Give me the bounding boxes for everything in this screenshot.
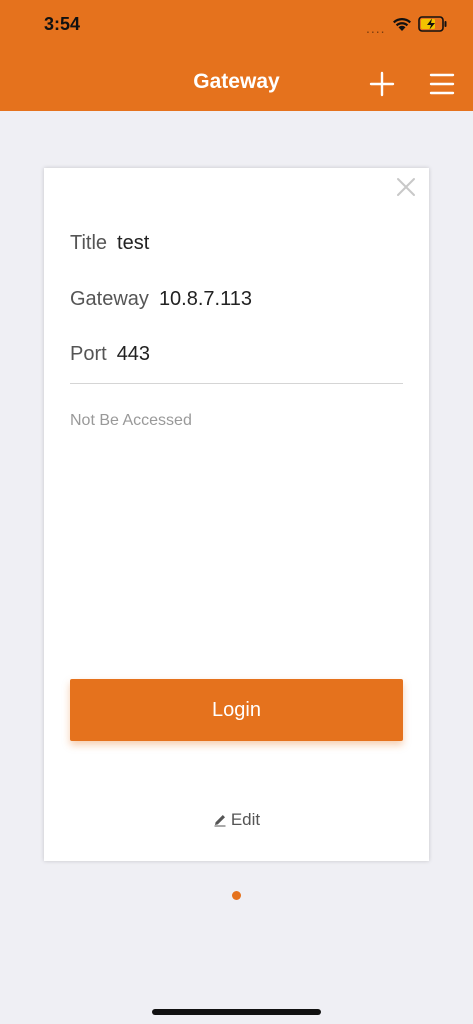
field-title: Title test [70, 232, 149, 255]
page-title: Gateway [193, 70, 280, 93]
pencil-icon [214, 815, 226, 827]
edit-button[interactable]: Edit [44, 810, 429, 830]
plus-icon[interactable] [368, 70, 396, 98]
field-value: 443 [116, 343, 151, 365]
hamburger-menu-icon[interactable] [428, 70, 456, 98]
field-label: Gateway [70, 288, 149, 310]
edit-label: Edit [230, 810, 261, 829]
field-port: Port 443 [70, 343, 150, 366]
status-time: 3:54 [44, 14, 81, 34]
close-icon[interactable] [395, 176, 417, 198]
field-label: Port [70, 343, 107, 365]
gateway-card: Title test Gateway 10.8.7.113 Port 443 N… [44, 168, 429, 861]
page-indicator-dot [232, 891, 241, 900]
battery-charging-icon [418, 16, 447, 32]
login-button[interactable]: Login [70, 679, 403, 741]
home-indicator[interactable] [152, 1009, 321, 1015]
field-value: 10.8.7.113 [158, 288, 252, 310]
app-header: 3:54 .... Gateway [0, 0, 473, 111]
field-value: test [117, 232, 150, 254]
access-status: Not Be Accessed [70, 412, 192, 429]
signal-indicator: .... [366, 20, 386, 36]
field-gateway: Gateway 10.8.7.113 [70, 288, 252, 311]
field-label: Title [70, 232, 108, 254]
wifi-icon [393, 17, 411, 31]
divider [70, 383, 403, 384]
